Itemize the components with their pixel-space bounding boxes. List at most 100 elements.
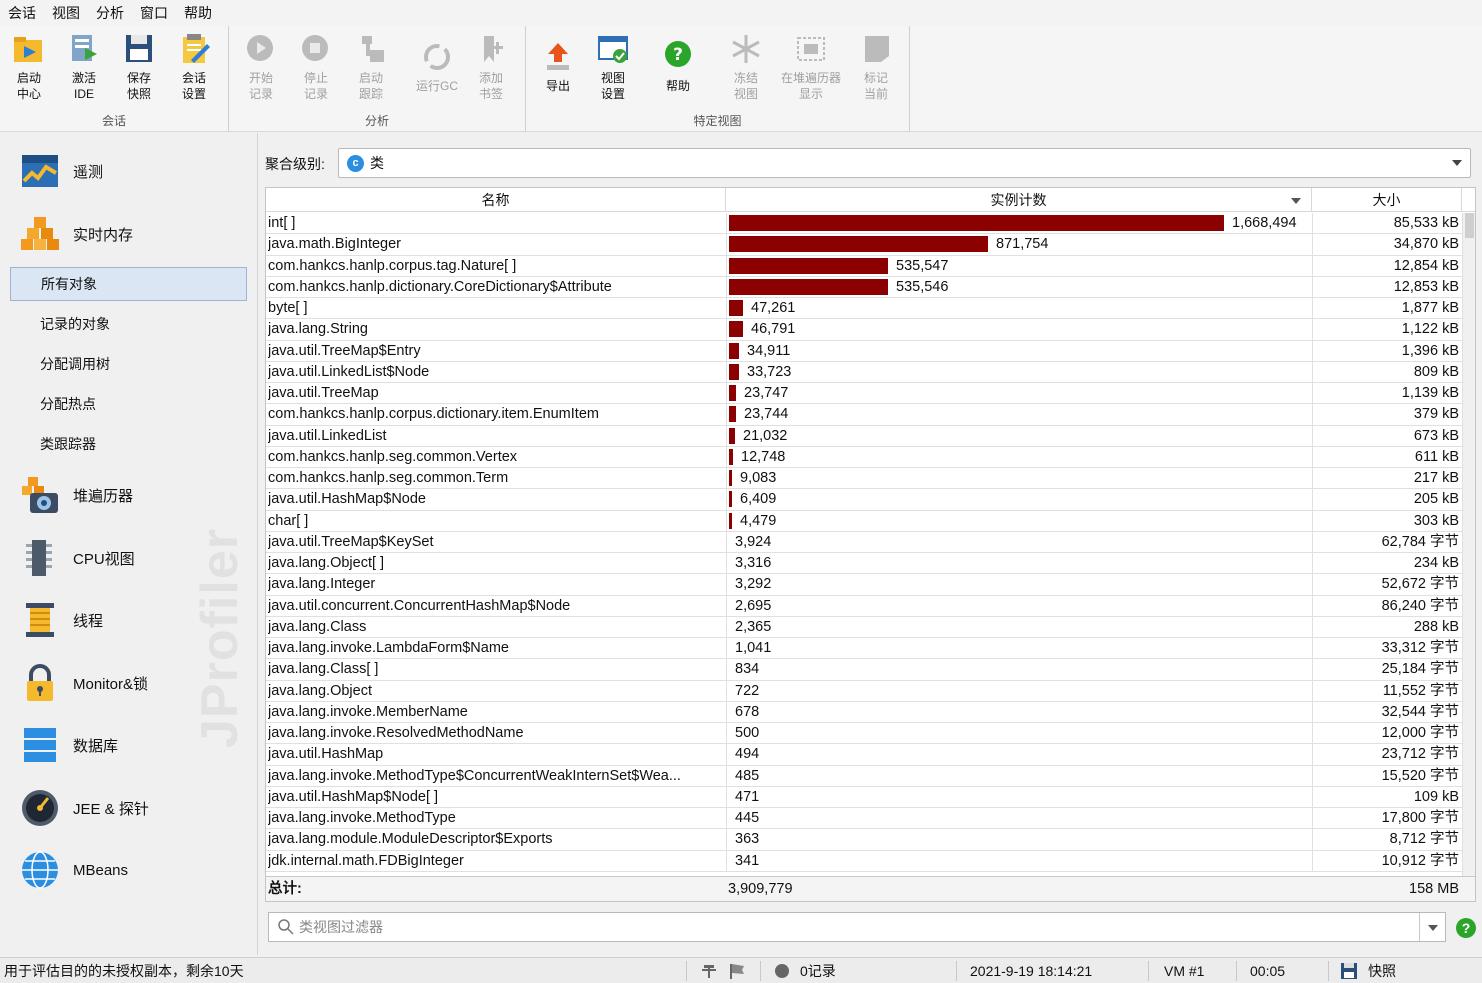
session-settings-button[interactable]: 会话 设置 [166, 32, 222, 102]
table-row[interactable]: int[ ] 1,668,494 85,533 kB [266, 213, 1462, 235]
instance-count-value: 34,911 [747, 342, 791, 359]
instance-count-cell: 485 [726, 765, 1311, 787]
table-row[interactable]: java.lang.invoke.ResolvedMethodName 500 12… [266, 723, 1462, 745]
snapshot-mode-label: 快照 [1368, 963, 1396, 979]
class-view-filter-input[interactable]: 类视图过滤器 [268, 912, 1446, 942]
run-gc-icon [420, 40, 454, 74]
table-row[interactable]: java.util.TreeMap 23,747 1,139 kB [266, 383, 1462, 405]
table-row[interactable]: byte[ ] 47,261 1,877 kB [266, 298, 1462, 320]
instance-count-cell: 535,547 [726, 255, 1311, 277]
size-cell: 1,877 kB [1312, 298, 1461, 319]
status-separator [760, 961, 761, 981]
nav-databases[interactable]: 数据库 [0, 717, 257, 773]
freeze-view-label-1: 冻结 [733, 71, 758, 85]
nav-threads[interactable]: 线程 [0, 592, 257, 648]
table-row[interactable]: java.util.HashMap$Node[ ] 471 109 kB [266, 786, 1462, 808]
menu-view[interactable]: 视图 [52, 3, 80, 23]
instance-count-value: 12,748 [741, 448, 786, 465]
size-cell: 1,396 kB [1312, 340, 1461, 362]
activate-ide-label-1: 激活 [71, 71, 96, 85]
column-header-size[interactable]: 大小 [1312, 188, 1462, 212]
nav-jee-probes[interactable]: JEE & 探针 [0, 780, 257, 836]
table-row[interactable]: java.util.concurrent.ConcurrentHashMap$N… [266, 595, 1462, 617]
filter-options-dropdown[interactable] [1419, 913, 1445, 941]
instance-count-cell: 23,744 [726, 404, 1311, 426]
filter-help-icon[interactable]: ? [1456, 918, 1476, 938]
stop-recording-button[interactable]: 停止 记录 [288, 32, 344, 102]
instance-count-value: 33,723 [747, 363, 792, 380]
instance-count-value: 3,924 [735, 533, 772, 550]
nav-live-memory[interactable]: 实时内存 [0, 206, 257, 262]
table-row[interactable]: java.lang.Integer 3,292 52,672 字节 [266, 574, 1462, 596]
menu-window[interactable]: 窗口 [140, 3, 168, 23]
class-name-cell: com.hankcs.hanlp.dictionary.CoreDictiona… [268, 278, 612, 295]
nav-cpu-views[interactable]: CPU视图 [0, 530, 257, 586]
table-row[interactable]: java.math.BigInteger 871,754 34,870 kB [266, 234, 1462, 256]
vm-id: VM #1 [1164, 963, 1205, 979]
show-in-heap-walker-label-2: 显示 [798, 87, 823, 101]
run-gc-button[interactable]: 运行GC [409, 40, 465, 94]
launch-center-button[interactable]: 启动 中心 [1, 32, 57, 102]
nav-allocation-call-tree[interactable]: 分配调用树 [10, 347, 247, 381]
start-recording-button[interactable]: 开始 记录 [233, 32, 289, 102]
freeze-view-button[interactable]: 冻结 视图 [718, 32, 774, 102]
menu-help[interactable]: 帮助 [184, 3, 212, 23]
aggregation-level-select[interactable]: c 类 [338, 148, 1471, 178]
table-row[interactable]: java.lang.module.ModuleDescriptor$Export… [266, 829, 1462, 851]
table-row[interactable]: java.lang.invoke.MethodType$ConcurrentWe… [266, 765, 1462, 787]
table-row[interactable]: java.lang.invoke.MethodType 445 17,800 字节 [266, 808, 1462, 830]
add-bookmark-button[interactable]: 添加 书签 [463, 32, 519, 102]
vertical-scrollbar[interactable] [1462, 213, 1475, 876]
table-row[interactable]: java.lang.Object[ ] 3,316 234 kB [266, 553, 1462, 575]
nav-allocation-hotspots[interactable]: 分配热点 [10, 387, 247, 421]
column-header-name[interactable]: 名称 [266, 188, 726, 212]
flag-icon[interactable] [728, 958, 746, 983]
activate-ide-button[interactable]: 激活 IDE [56, 32, 112, 102]
export-label: 导出 [545, 79, 570, 93]
nav-heap-walker[interactable]: 堆遍历器 [0, 467, 257, 523]
table-row[interactable]: com.hankcs.hanlp.dictionary.CoreDictiona… [266, 276, 1462, 298]
table-row[interactable]: java.lang.Class 2,365 288 kB [266, 616, 1462, 638]
table-row[interactable]: java.util.HashMap 494 23,712 字节 [266, 744, 1462, 766]
pin-icon[interactable] [700, 958, 718, 983]
start-tracking-button[interactable]: 启动 跟踪 [343, 32, 399, 102]
table-row[interactable]: java.util.LinkedList$Node 33,723 809 kB [266, 361, 1462, 383]
nav-all-objects[interactable]: 所有对象 [10, 267, 247, 301]
table-row[interactable]: java.lang.Object 722 11,552 字节 [266, 680, 1462, 702]
menu-session[interactable]: 会话 [8, 3, 36, 23]
table-row[interactable]: java.util.TreeMap$KeySet 3,924 62,784 字节 [266, 531, 1462, 553]
table-row[interactable]: com.hankcs.hanlp.corpus.dictionary.item.… [266, 404, 1462, 426]
table-row[interactable]: com.hankcs.hanlp.seg.common.Vertex 12,748… [266, 446, 1462, 468]
show-in-heap-walker-button[interactable]: 在堆遍历器 显示 [776, 32, 846, 102]
table-row[interactable]: java.lang.Class[ ] 834 25,184 字节 [266, 659, 1462, 681]
nav-recorded-objects[interactable]: 记录的对象 [10, 307, 247, 341]
activate-ide-label-2: IDE [73, 87, 94, 101]
view-settings-button[interactable]: 视图 设置 [585, 32, 641, 102]
table-row[interactable]: java.util.TreeMap$Entry 34,911 1,396 kB [266, 340, 1462, 362]
table-row[interactable]: java.util.HashMap$Node 6,409 205 kB [266, 489, 1462, 511]
chevron-down-icon[interactable] [1452, 160, 1462, 166]
nav-class-tracker[interactable]: 类跟踪器 [10, 427, 247, 461]
nav-telemetry[interactable]: 遥测 [0, 143, 257, 199]
table-row[interactable]: jdk.internal.math.FDBigInteger 341 10,912 … [266, 850, 1462, 872]
help-button[interactable]: ? 帮助 [650, 40, 706, 94]
thread-spool-icon [20, 600, 60, 640]
filter-placeholder: 类视图过滤器 [299, 919, 383, 935]
table-row[interactable]: java.lang.invoke.MemberName 678 32,544 字节 [266, 701, 1462, 723]
menu-analyze[interactable]: 分析 [96, 3, 124, 23]
nav-monitors-locks[interactable]: Monitor&锁 [0, 655, 257, 711]
scrollbar-thumb[interactable] [1465, 213, 1474, 238]
table-row[interactable]: char[ ] 4,479 303 kB [266, 510, 1462, 532]
export-button[interactable]: 导出 [530, 40, 586, 94]
table-row[interactable]: java.util.LinkedList 21,032 673 kB [266, 425, 1462, 447]
table-row[interactable]: java.lang.String 46,791 1,122 kB [266, 319, 1462, 341]
table-row[interactable]: java.lang.invoke.LambdaForm$Name 1,041 33,… [266, 638, 1462, 660]
mark-current-button[interactable]: 标记 当前 [848, 32, 904, 102]
column-header-instance-count[interactable]: 实例计数 [726, 188, 1312, 212]
save-snapshot-button[interactable]: 保存 快照 [111, 32, 167, 102]
table-row[interactable]: com.hankcs.hanlp.seg.common.Term 9,083 217… [266, 468, 1462, 490]
class-name-cell: java.lang.invoke.MethodType$ConcurrentWe… [268, 767, 681, 784]
table-row[interactable]: com.hankcs.hanlp.corpus.tag.Nature[ ] 535… [266, 255, 1462, 277]
nav-mbeans[interactable]: MBeans [0, 842, 257, 898]
instance-count-value: 500 [735, 725, 760, 741]
